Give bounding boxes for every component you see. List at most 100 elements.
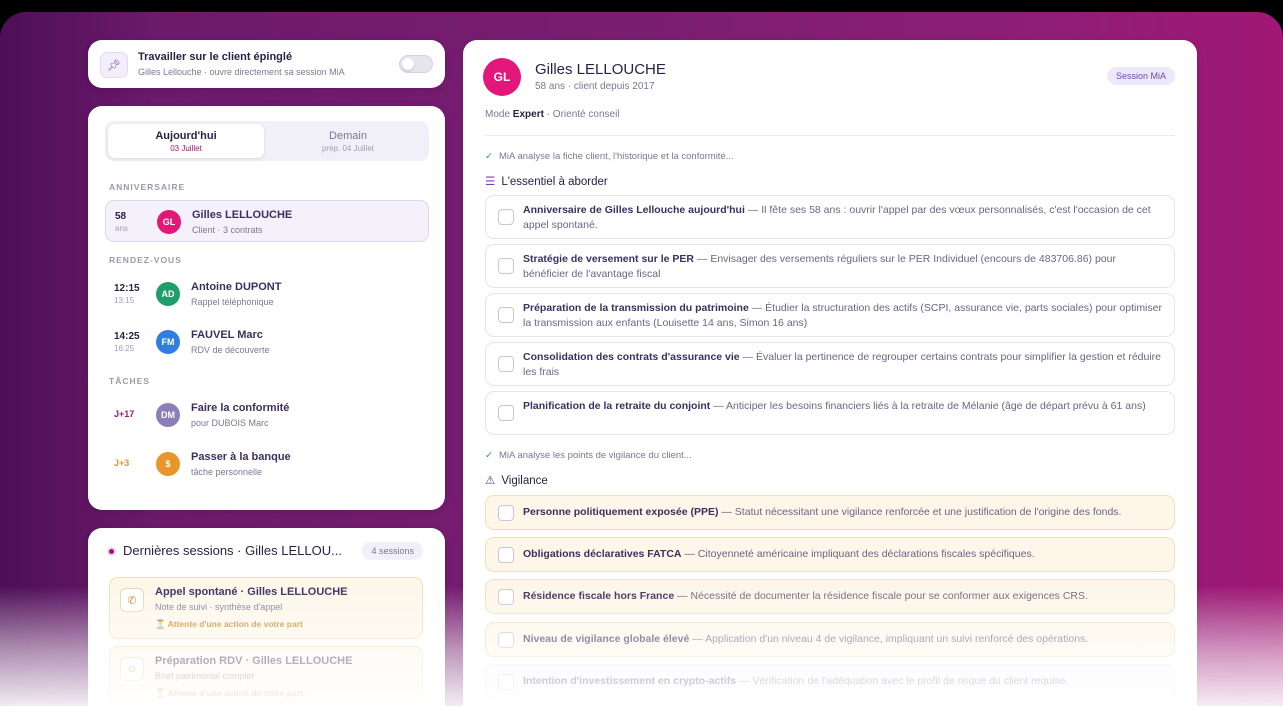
item-checkbox[interactable]: [498, 405, 514, 421]
vigilance-section-title: ⚠︎ Vigilance: [485, 473, 548, 487]
mode-prefix: Mode: [485, 109, 511, 120]
session-item[interactable]: ✆ Appel spontané · Gilles LELLOUCHE Note…: [109, 577, 423, 639]
vigilance-item[interactable]: Niveau de vigilance globale élevé — Appl…: [485, 622, 1175, 657]
item-checkbox[interactable]: [498, 547, 514, 563]
task-row[interactable]: J+17 DM Faire la conformité pour DUBOIS …: [105, 394, 429, 436]
meeting-time: 12:15: [114, 283, 140, 294]
warning-icon: ⚠︎: [485, 475, 496, 487]
sessions-count-badge: 4 sessions: [362, 542, 423, 560]
mode-value: Expert: [512, 109, 544, 120]
item-checkbox[interactable]: [498, 209, 514, 225]
session-sub: Brief patrimonial complet: [155, 671, 255, 681]
app-screen: 📌︎ Travailler sur le client épinglé Gill…: [0, 12, 1283, 706]
item-checkbox[interactable]: [498, 356, 514, 372]
pin-toggle[interactable]: [399, 55, 433, 73]
avatar: DM: [156, 403, 180, 427]
task-row[interactable]: J+3 $ Passer à la banque tâche personnel…: [105, 443, 429, 485]
item-title: Résidence fiscale hors France: [523, 590, 675, 602]
item-text: Consolidation des contrats d'assurance v…: [523, 350, 1162, 380]
task-sub: pour DUBOIS Marc: [191, 418, 269, 428]
vigilance-item[interactable]: Intention d'investissement en crypto-act…: [485, 664, 1175, 699]
essentials-title-text: L'essentiel à aborder: [501, 176, 608, 188]
essential-item[interactable]: Préparation de la transmission du patrim…: [485, 293, 1175, 337]
recent-sessions-card: Dernières sessions · Gilles LELLOU... 4 …: [88, 528, 445, 706]
item-text: Obligations déclaratives FATCA — Citoyen…: [523, 547, 1162, 562]
user-icon: ☺: [120, 657, 144, 681]
item-checkbox[interactable]: [498, 674, 514, 690]
dollar-icon: $: [156, 452, 180, 476]
essential-item[interactable]: Anniversaire de Gilles Lellouche aujourd…: [485, 195, 1175, 239]
item-title: Obligations déclaratives FATCA: [523, 548, 682, 560]
section-tasks: TÂCHES: [109, 376, 150, 386]
pinned-client-title: Travailler sur le client épinglé: [138, 51, 293, 63]
essential-item[interactable]: Planification de la retraite du conjoint…: [485, 391, 1175, 435]
pin-icon: 📌︎: [100, 52, 128, 78]
item-desc: — Nécessité de documenter la résidence f…: [674, 590, 1088, 602]
vigilance-item[interactable]: Résidence fiscale hors France — Nécessit…: [485, 579, 1175, 614]
item-text: Personne politiquement exposée (PPE) — S…: [523, 505, 1162, 520]
analysis-status-text: MiA analyse la fiche client, l'historiqu…: [498, 151, 734, 162]
mode-line: Mode Expert · Orienté conseil: [485, 109, 620, 120]
item-checkbox[interactable]: [498, 589, 514, 605]
meeting-sub: Rappel téléphonique: [191, 297, 274, 307]
session-item[interactable]: ☺ Préparation RDV · Gilles LELLOUCHE Bri…: [109, 646, 423, 706]
task-sub: tâche personnelle: [191, 467, 263, 477]
task-due-tag: J+17: [114, 409, 135, 419]
pinned-client-subtitle: Gilles Lellouche · ouvre directement sa …: [138, 67, 345, 77]
status-dot-icon: [107, 547, 116, 556]
meeting-row[interactable]: 14:25 16:25 FM FAUVEL Marc RDV de découv…: [105, 321, 429, 363]
item-text: Préparation de la transmission du patrim…: [523, 301, 1162, 331]
analysis-status: ✓ MiA analyse la fiche client, l'historiq…: [485, 151, 734, 162]
meeting-time: 14:25: [114, 331, 140, 342]
tab-tomorrow[interactable]: Demain prép. 04 Juillet: [270, 124, 426, 158]
item-desc: — Vérification de l'adéquation avec le p…: [736, 675, 1069, 687]
analysis-status: ✓ MiA analyse les points de vigilance du …: [485, 450, 692, 461]
tab-today[interactable]: Aujourd'hui 03 Juillet: [108, 124, 264, 158]
item-title: Consolidation des contrats d'assurance v…: [523, 351, 740, 363]
analysis-status-text: MiA analyse les points de vigilance du c…: [498, 450, 692, 461]
avatar: FM: [156, 330, 180, 354]
item-desc: — Anticiper les besoins financiers liés …: [710, 400, 1146, 412]
phone-icon: ✆: [120, 588, 144, 612]
meeting-name: FAUVEL Marc: [191, 329, 263, 341]
list-icon: ☰: [485, 176, 496, 188]
tab-today-date: 03 Juillet: [170, 144, 202, 153]
task-name: Passer à la banque: [191, 451, 291, 463]
essential-item[interactable]: Stratégie de versement sur le PER — Envi…: [485, 244, 1175, 288]
item-checkbox[interactable]: [498, 307, 514, 323]
birthday-row[interactable]: 58 ans GL Gilles LELLOUCHE Client · 3 co…: [105, 200, 429, 242]
birthday-client-name: Gilles LELLOUCHE: [192, 209, 293, 221]
vigilance-item[interactable]: Obligations déclaratives FATCA — Citoyen…: [485, 537, 1175, 572]
vigilance-item[interactable]: Personne politiquement exposée (PPE) — S…: [485, 495, 1175, 530]
birthday-age-unit: ans: [115, 224, 128, 233]
session-badge: Session MiA: [1106, 67, 1175, 85]
agenda-card: Aujourd'hui 03 Juillet Demain prép. 04 J…: [88, 106, 445, 510]
avatar: GL: [483, 58, 521, 96]
check-icon: ✓: [485, 450, 493, 461]
meeting-sub: RDV de découverte: [191, 345, 270, 355]
meeting-row[interactable]: 12:15 13:15 AD Antoine DUPONT Rappel tél…: [105, 273, 429, 315]
essential-item[interactable]: Consolidation des contrats d'assurance v…: [485, 342, 1175, 386]
item-checkbox[interactable]: [498, 258, 514, 274]
sessions-title: Dernières sessions · Gilles LELLOU...: [123, 543, 342, 558]
item-checkbox[interactable]: [498, 505, 514, 521]
item-checkbox[interactable]: [498, 632, 514, 648]
item-title: Anniversaire de Gilles Lellouche aujourd…: [523, 204, 745, 216]
session-status: ⏳ Attente d'une action de votre part: [155, 619, 303, 629]
birthday-client-sub: Client · 3 contrats: [192, 225, 263, 235]
item-title: Intention d'investissement en crypto-act…: [523, 675, 737, 687]
check-icon: ✓: [485, 151, 493, 162]
client-name: Gilles LELLOUCHE: [535, 61, 666, 78]
item-desc: — Application d'un niveau 4 de vigilance…: [689, 633, 1089, 645]
item-title: Personne politiquement exposée (PPE): [523, 506, 719, 518]
item-text: Résidence fiscale hors France — Nécessit…: [523, 589, 1162, 604]
section-meetings: RENDEZ-VOUS: [109, 255, 182, 265]
tab-tomorrow-date: prép. 04 Juillet: [321, 144, 375, 153]
pinned-client-card: 📌︎ Travailler sur le client épinglé Gill…: [88, 40, 445, 88]
item-text: Niveau de vigilance globale élevé — Appl…: [523, 632, 1162, 647]
day-tabs: Aujourd'hui 03 Juillet Demain prép. 04 J…: [105, 121, 429, 161]
meeting-name: Antoine DUPONT: [191, 281, 282, 293]
birthday-age: 58: [115, 211, 127, 222]
client-meta: 58 ans · client depuis 2017: [535, 81, 655, 92]
mode-suffix: · Orienté conseil: [546, 109, 620, 120]
